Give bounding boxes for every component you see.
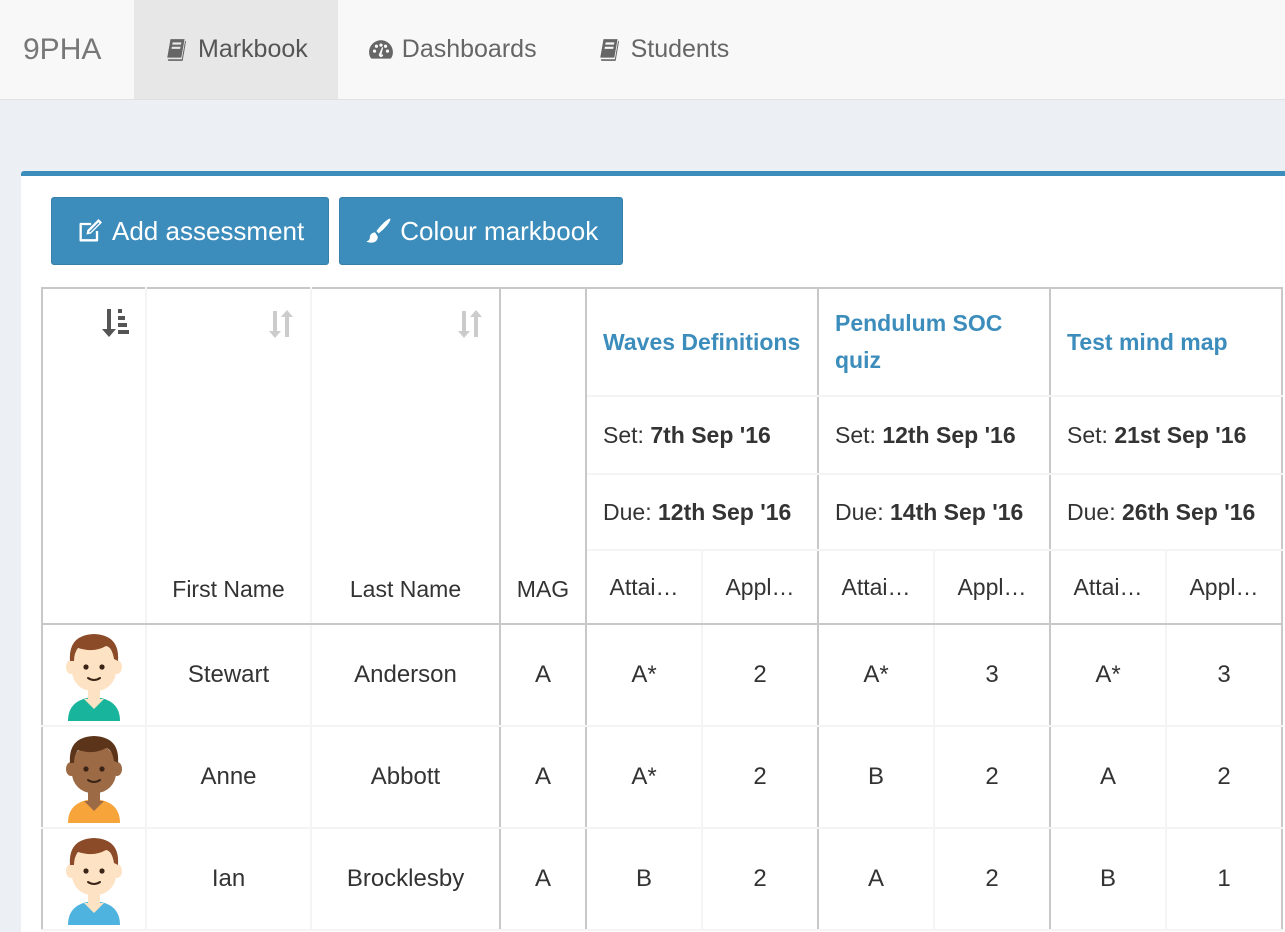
application-header[interactable]: Appl… xyxy=(1165,549,1283,625)
nav-dashboards-label: Dashboards xyxy=(401,35,537,63)
colour-markbook-label: Colour markbook xyxy=(400,215,599,246)
edit-icon xyxy=(79,218,103,242)
attainment-header[interactable]: Attai… xyxy=(1049,549,1167,625)
assessment-set-date-3: Set: 21st Sep '16 xyxy=(1049,395,1283,475)
top-navbar: 9PHA Markbook Dashboards Students xyxy=(0,0,1285,100)
colour-markbook-button[interactable]: Colour markbook xyxy=(339,197,624,265)
attainment-mark-cell[interactable]: B xyxy=(585,827,703,931)
sort-amount-desc-icon xyxy=(102,309,129,337)
assessment-set-date-1: Set: 7th Sep '16 xyxy=(585,395,819,475)
last-name-cell[interactable]: Abbott xyxy=(310,725,501,829)
assessment-title-3[interactable]: Test mind map xyxy=(1049,287,1283,397)
assessment-due-date-2: Due: 14th Sep '16 xyxy=(817,473,1051,551)
application-mark-cell[interactable]: 2 xyxy=(701,725,819,829)
application-mark-cell[interactable]: 2 xyxy=(701,623,819,727)
student-avatar-cell[interactable] xyxy=(41,725,147,829)
first-name-cell[interactable]: Stewart xyxy=(145,623,312,727)
assessment-due-date-1: Due: 12th Sep '16 xyxy=(585,473,819,551)
application-mark-cell[interactable]: 2 xyxy=(933,827,1051,931)
sort-icon xyxy=(458,310,482,338)
attainment-mark-cell[interactable]: A* xyxy=(585,623,703,727)
markbook-panel: Add assessment Colour markbook First Nam… xyxy=(21,171,1285,932)
assessment-set-date-2: Set: 12th Sep '16 xyxy=(817,395,1051,475)
attainment-mark-cell[interactable]: A xyxy=(1049,725,1167,829)
markbook-toolbar: Add assessment Colour markbook xyxy=(51,197,624,265)
first-name-cell[interactable]: Anne xyxy=(145,725,312,829)
mag-cell[interactable]: A xyxy=(499,725,587,829)
add-assessment-button[interactable]: Add assessment xyxy=(51,197,330,265)
assessment-due-date-3: Due: 26th Sep '16 xyxy=(1049,473,1283,551)
application-header[interactable]: Appl… xyxy=(933,549,1051,625)
nav-students-label: Students xyxy=(630,35,730,63)
application-mark-cell[interactable]: 3 xyxy=(1165,623,1283,727)
attainment-mark-cell[interactable]: A* xyxy=(1049,623,1167,727)
student-avatar-cell[interactable] xyxy=(41,623,147,727)
application-mark-cell[interactable]: 3 xyxy=(933,623,1051,727)
last-name-label: Last Name xyxy=(349,576,462,602)
application-header[interactable]: Appl… xyxy=(701,549,819,625)
application-mark-cell[interactable]: 2 xyxy=(933,725,1051,829)
assessment-title-2[interactable]: Pendulum SOC quiz xyxy=(817,287,1051,397)
application-mark-cell[interactable]: 2 xyxy=(1165,725,1283,829)
table-row[interactable]: Stewart Anderson A A* 2 A* 3 A* 3 xyxy=(41,623,1283,727)
last-name-header[interactable]: Last Name xyxy=(310,287,501,625)
book-icon xyxy=(599,38,619,61)
avatar-sort-header[interactable] xyxy=(41,287,147,625)
mag-cell[interactable]: A xyxy=(499,623,587,727)
nav-markbook-label: Markbook xyxy=(198,35,308,63)
attainment-header[interactable]: Attai… xyxy=(817,549,935,625)
add-assessment-label: Add assessment xyxy=(112,215,305,246)
nav-markbook[interactable]: Markbook xyxy=(134,0,338,99)
nav-dashboards[interactable]: Dashboards xyxy=(338,0,567,99)
application-mark-cell[interactable]: 2 xyxy=(701,827,819,931)
brand-title[interactable]: 9PHA xyxy=(0,0,134,99)
assessment-title-1[interactable]: Waves Definitions xyxy=(585,287,819,397)
mag-label: MAG xyxy=(516,576,570,602)
application-mark-cell[interactable]: 1 xyxy=(1165,827,1283,931)
first-name-label: First Name xyxy=(172,576,285,602)
attainment-mark-cell[interactable]: B xyxy=(817,725,935,829)
last-name-cell[interactable]: Anderson xyxy=(310,623,501,727)
markbook-table: First Name Last Name MAG Waves Definitio… xyxy=(41,287,1283,931)
first-name-cell[interactable]: Ian xyxy=(145,827,312,931)
book-icon xyxy=(167,38,186,61)
dashboard-icon xyxy=(368,39,393,59)
last-name-cell[interactable]: Brocklesby xyxy=(310,827,501,931)
avatar xyxy=(66,736,122,823)
avatar xyxy=(66,634,122,721)
attainment-mark-cell[interactable]: B xyxy=(1049,827,1167,931)
avatar xyxy=(66,838,122,925)
attainment-mark-cell[interactable]: A* xyxy=(817,623,935,727)
first-name-header[interactable]: First Name xyxy=(145,287,312,625)
sort-icon xyxy=(269,310,293,338)
paint-brush-icon xyxy=(366,218,391,243)
mag-cell[interactable]: A xyxy=(499,827,587,931)
attainment-mark-cell[interactable]: A* xyxy=(585,725,703,829)
student-avatar-cell[interactable] xyxy=(41,827,147,931)
nav-students[interactable]: Students xyxy=(567,0,760,99)
table-row[interactable]: Ian Brocklesby A B 2 A 2 B 1 xyxy=(41,827,1283,931)
attainment-mark-cell[interactable]: A xyxy=(817,827,935,931)
table-row[interactable]: Anne Abbott A A* 2 B 2 A 2 xyxy=(41,725,1283,829)
mag-header[interactable]: MAG xyxy=(499,287,587,625)
attainment-header[interactable]: Attai… xyxy=(585,549,703,625)
